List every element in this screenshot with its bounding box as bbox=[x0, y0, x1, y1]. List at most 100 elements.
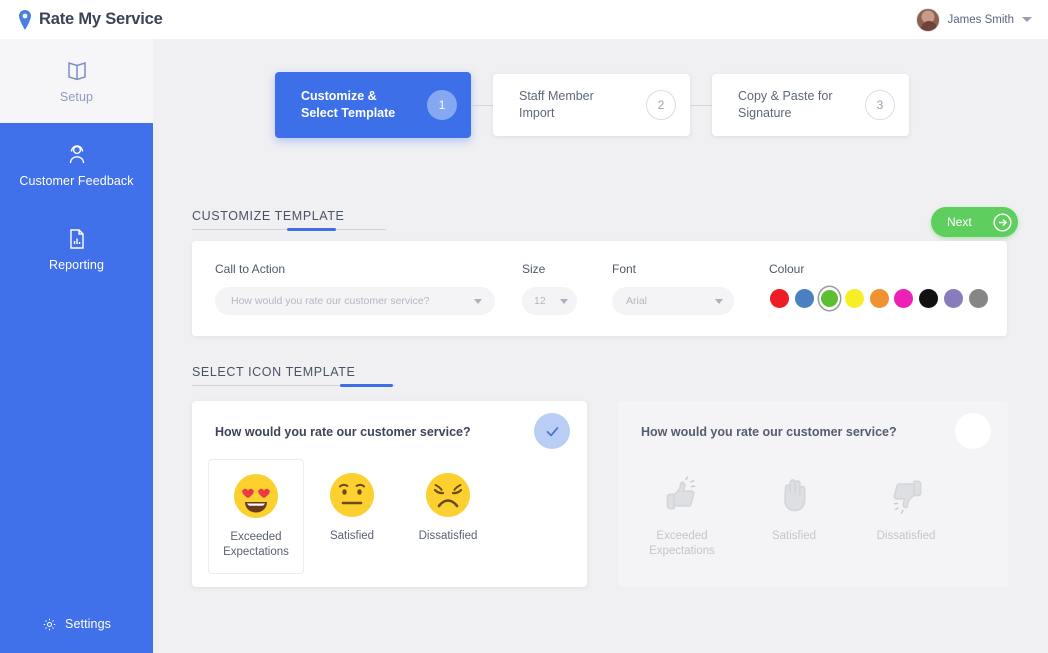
sidebar-item-label: Customer Feedback bbox=[19, 173, 134, 188]
font-field: Font Arial bbox=[612, 262, 734, 315]
colour-swatch-magenta[interactable] bbox=[893, 287, 914, 310]
customize-template-card: Call to Action How would you rate our cu… bbox=[192, 241, 1007, 336]
step-number: 1 bbox=[427, 90, 457, 120]
step-label-line1: Copy & Paste for bbox=[738, 89, 833, 103]
document-chart-icon bbox=[69, 228, 84, 249]
call-to-action-field: Call to Action How would you rate our cu… bbox=[215, 262, 495, 315]
step-connector bbox=[690, 104, 712, 106]
user-menu[interactable]: James Smith bbox=[915, 7, 1032, 32]
step-connector bbox=[471, 104, 493, 106]
chevron-down-icon bbox=[560, 298, 568, 304]
section-rule-accent bbox=[340, 384, 393, 387]
colour-swatch-yellow[interactable] bbox=[844, 287, 865, 310]
section-rule-accent bbox=[287, 228, 336, 231]
colour-label: Colour bbox=[769, 262, 805, 276]
template-selected-badge[interactable] bbox=[955, 413, 991, 449]
option-dissatisfied[interactable]: Dissatisfied bbox=[850, 459, 962, 572]
arrow-right-circle-icon bbox=[993, 212, 1012, 232]
next-button[interactable]: Next bbox=[931, 207, 1018, 237]
select-icon-template-section-header: SELECT ICON TEMPLATE bbox=[192, 365, 402, 388]
step-number: 2 bbox=[646, 90, 676, 120]
font-value: Arial bbox=[626, 295, 648, 307]
neutral-face-emoji-icon bbox=[330, 473, 374, 517]
sidebar-item-label: Settings bbox=[65, 617, 111, 631]
call-to-action-label: Call to Action bbox=[215, 262, 286, 276]
thumbs-up-icon bbox=[666, 476, 696, 510]
step-label-line2: Import bbox=[519, 106, 555, 120]
sidebar-item-settings[interactable]: Settings bbox=[0, 609, 153, 639]
template-question: How would you rate our customer service? bbox=[641, 425, 897, 439]
sidebar-item-reporting[interactable]: Reporting bbox=[0, 207, 153, 291]
chevron-down-icon[interactable] bbox=[1022, 17, 1032, 22]
step-label-line2: Select Template bbox=[301, 106, 396, 120]
step-2-staff-member-import[interactable]: Staff Member Import 2 bbox=[493, 74, 690, 136]
colour-swatch-green[interactable] bbox=[819, 287, 840, 310]
top-bar: Rate My Service James Smith bbox=[0, 0, 1048, 39]
sidebar: Setup Customer Feedback Reporting Settin… bbox=[0, 39, 153, 653]
colour-swatch-dot bbox=[844, 289, 864, 308]
heart-eyes-emoji-icon bbox=[234, 474, 278, 518]
option-satisfied[interactable]: Satisfied bbox=[304, 459, 400, 574]
step-number: 3 bbox=[865, 90, 895, 120]
colour-swatch-orange[interactable] bbox=[869, 287, 890, 310]
customize-template-section-header: CUSTOMIZE TEMPLATE bbox=[192, 209, 392, 232]
check-icon bbox=[546, 426, 558, 436]
step-3-copy-paste-for-signature[interactable]: Copy & Paste for Signature 3 bbox=[712, 74, 909, 136]
sad-face-emoji-icon bbox=[426, 473, 470, 517]
option-label: Dissatisfied bbox=[418, 530, 478, 542]
size-label: Size bbox=[522, 262, 546, 276]
step-label: Customize & Select Template bbox=[301, 88, 395, 122]
option-label: Satisfied bbox=[329, 530, 375, 542]
thumbs-down-icon bbox=[893, 480, 922, 514]
option-dissatisfied[interactable]: Dissatisfied bbox=[400, 459, 496, 574]
font-select[interactable]: Arial bbox=[612, 287, 734, 315]
template-options: Exceeded Expectations Satisfied Dissatis… bbox=[208, 459, 496, 574]
gear-icon bbox=[43, 618, 56, 630]
step-label: Staff Member Import bbox=[519, 88, 594, 122]
colour-swatch-dot bbox=[919, 289, 939, 308]
icon-template-card-emoji[interactable]: How would you rate our customer service?… bbox=[192, 401, 587, 587]
colour-swatch-dot bbox=[944, 289, 964, 308]
size-value: 12 bbox=[534, 295, 546, 307]
app-root: Rate My Service James Smith Setup Custom… bbox=[0, 0, 1048, 653]
sidebar-item-customer-feedback[interactable]: Customer Feedback bbox=[0, 123, 153, 207]
next-button-label: Next bbox=[947, 215, 972, 229]
section-title: CUSTOMIZE TEMPLATE bbox=[192, 209, 345, 223]
open-hand-icon bbox=[784, 479, 806, 512]
avatar bbox=[915, 7, 940, 32]
sidebar-item-setup[interactable]: Setup bbox=[0, 39, 153, 123]
icon-template-card-hands[interactable]: How would you rate our customer service?… bbox=[618, 401, 1008, 587]
template-options: Exceeded Expectations Satisfied Dissatis… bbox=[626, 459, 962, 572]
user-headset-icon bbox=[69, 144, 84, 163]
sidebar-item-label: Setup bbox=[59, 89, 94, 104]
size-select[interactable]: 12 bbox=[522, 287, 577, 315]
colour-swatch-grey[interactable] bbox=[968, 287, 989, 310]
step-label-line1: Staff Member bbox=[519, 89, 594, 103]
empty-circle-icon bbox=[965, 423, 982, 440]
template-question: How would you rate our customer service? bbox=[215, 425, 471, 439]
user-name: James Smith bbox=[947, 13, 1014, 26]
colour-swatch-dot bbox=[769, 289, 789, 308]
option-label: Satisfied bbox=[771, 530, 817, 542]
call-to-action-select[interactable]: How would you rate our customer service? bbox=[215, 287, 495, 315]
option-exceeded-expectations[interactable]: Exceeded Expectations bbox=[626, 459, 738, 572]
main-content: Customize & Select Template 1 Staff Memb… bbox=[153, 39, 1048, 653]
template-selected-badge[interactable] bbox=[534, 413, 570, 449]
colour-swatch-dot bbox=[794, 289, 814, 308]
colour-swatch-blue[interactable] bbox=[794, 287, 815, 310]
option-exceeded-expectations[interactable]: Exceeded Expectations bbox=[208, 459, 304, 574]
open-book-icon bbox=[67, 61, 86, 80]
colour-swatch-dot bbox=[894, 289, 914, 308]
option-label: Dissatisfied bbox=[876, 530, 936, 542]
colour-swatch-red[interactable] bbox=[769, 287, 790, 310]
sidebar-item-label: Reporting bbox=[48, 257, 105, 272]
option-satisfied[interactable]: Satisfied bbox=[738, 459, 850, 572]
colour-swatch-black[interactable] bbox=[918, 287, 939, 310]
section-title: SELECT ICON TEMPLATE bbox=[192, 365, 356, 379]
brand-name: Rate My Service bbox=[39, 10, 163, 28]
colour-swatch-row bbox=[769, 287, 989, 310]
step-1-customize-select-template[interactable]: Customize & Select Template 1 bbox=[275, 72, 471, 138]
chevron-down-icon bbox=[715, 298, 723, 304]
brand[interactable]: Rate My Service bbox=[18, 9, 163, 30]
colour-swatch-purple[interactable] bbox=[943, 287, 964, 310]
